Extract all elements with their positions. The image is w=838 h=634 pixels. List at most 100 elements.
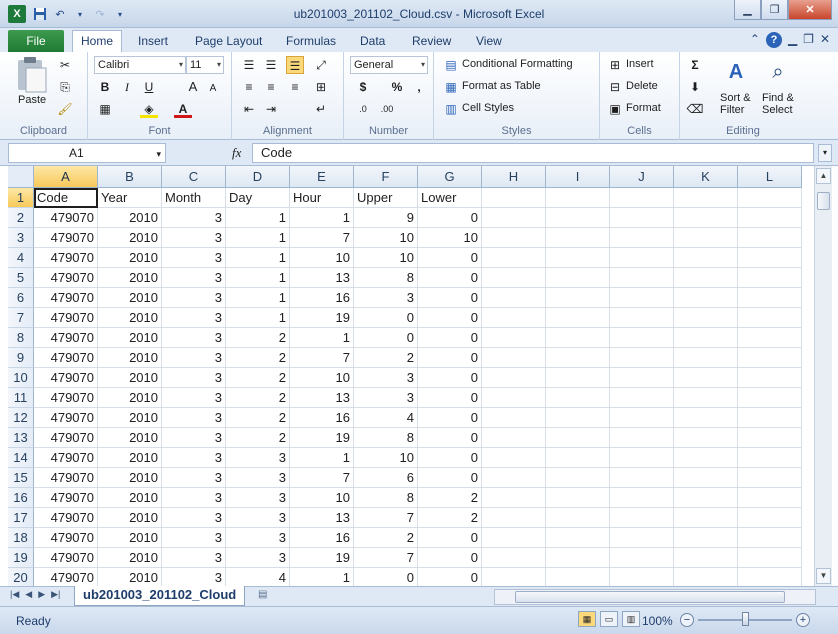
column-header-l[interactable]: L: [738, 166, 802, 188]
column-header-h[interactable]: H: [482, 166, 546, 188]
table-cell[interactable]: 0: [354, 328, 418, 348]
table-cell[interactable]: 479070: [34, 328, 98, 348]
table-cell[interactable]: [674, 228, 738, 248]
row-header[interactable]: 8: [8, 328, 34, 348]
table-cell[interactable]: 2010: [98, 508, 162, 528]
table-cell[interactable]: [610, 548, 674, 568]
fill-color-icon[interactable]: ◈: [140, 100, 158, 118]
row-header[interactable]: 2: [8, 208, 34, 228]
table-cell[interactable]: [482, 228, 546, 248]
column-header-a[interactable]: A: [34, 166, 98, 188]
table-cell[interactable]: 479070: [34, 548, 98, 568]
table-cell[interactable]: [482, 468, 546, 488]
format-as-table-button[interactable]: Format as Table: [462, 80, 541, 92]
table-cell[interactable]: 479070: [34, 388, 98, 408]
table-cell[interactable]: [738, 308, 802, 328]
table-cell[interactable]: 2010: [98, 368, 162, 388]
table-cell[interactable]: [674, 188, 738, 208]
table-cell[interactable]: 16: [290, 288, 354, 308]
table-cell[interactable]: 479070: [34, 248, 98, 268]
tab-review[interactable]: Review: [404, 32, 459, 52]
row-header[interactable]: 1: [8, 188, 34, 208]
align-left-icon[interactable]: ≡: [240, 78, 258, 96]
workbook-minimize-icon[interactable]: ▁: [788, 32, 797, 48]
table-cell[interactable]: [674, 408, 738, 428]
table-cell[interactable]: [738, 548, 802, 568]
table-cell[interactable]: [482, 548, 546, 568]
table-cell[interactable]: 3: [162, 468, 226, 488]
table-cell[interactable]: 1: [226, 268, 290, 288]
align-right-icon[interactable]: ≡: [286, 78, 304, 96]
table-cell[interactable]: [738, 488, 802, 508]
table-cell[interactable]: [738, 468, 802, 488]
restore-icon[interactable]: ❐: [761, 0, 788, 20]
table-cell[interactable]: [674, 348, 738, 368]
table-cell[interactable]: [738, 528, 802, 548]
row-header[interactable]: 11: [8, 388, 34, 408]
table-cell[interactable]: [546, 348, 610, 368]
align-middle-icon[interactable]: ☰: [262, 56, 280, 74]
table-cell[interactable]: 3: [162, 428, 226, 448]
table-cell[interactable]: [610, 188, 674, 208]
table-cell[interactable]: [674, 288, 738, 308]
table-cell[interactable]: [738, 288, 802, 308]
table-cell[interactable]: 479070: [34, 288, 98, 308]
table-cell[interactable]: 7: [290, 228, 354, 248]
table-cell[interactable]: [610, 368, 674, 388]
table-cell[interactable]: [546, 228, 610, 248]
table-cell[interactable]: 2010: [98, 328, 162, 348]
table-cell[interactable]: 3: [162, 368, 226, 388]
table-cell[interactable]: 10: [354, 448, 418, 468]
table-cell[interactable]: 0: [418, 528, 482, 548]
table-cell[interactable]: [482, 428, 546, 448]
font-name-select[interactable]: Calibri ▾: [94, 56, 186, 74]
orientation-icon[interactable]: ⤢: [312, 56, 330, 74]
scroll-up-icon[interactable]: ▲: [816, 168, 831, 184]
table-cell[interactable]: [674, 328, 738, 348]
formula-input[interactable]: Code: [252, 143, 814, 163]
table-cell[interactable]: [482, 408, 546, 428]
table-cell[interactable]: 0: [354, 308, 418, 328]
select-all-corner[interactable]: [8, 166, 34, 188]
scroll-down-icon[interactable]: ▼: [816, 568, 831, 584]
table-cell[interactable]: 2010: [98, 428, 162, 448]
table-cell[interactable]: [482, 268, 546, 288]
table-cell[interactable]: [482, 348, 546, 368]
table-cell[interactable]: 2010: [98, 388, 162, 408]
row-header[interactable]: 20: [8, 568, 34, 586]
tab-formulas[interactable]: Formulas: [278, 32, 344, 52]
decrease-font-icon[interactable]: A: [204, 80, 222, 98]
insert-cells-button[interactable]: Insert: [626, 58, 654, 70]
row-header[interactable]: 18: [8, 528, 34, 548]
table-cell[interactable]: 2010: [98, 308, 162, 328]
autosum-icon[interactable]: Σ: [686, 56, 704, 74]
table-cell[interactable]: 0: [418, 408, 482, 428]
table-cell[interactable]: [674, 528, 738, 548]
decrease-indent-icon[interactable]: ⇤: [240, 100, 258, 118]
table-cell[interactable]: [610, 228, 674, 248]
table-cell[interactable]: [482, 308, 546, 328]
table-cell[interactable]: 4: [354, 408, 418, 428]
active-cell[interactable]: Code: [34, 188, 98, 208]
table-cell[interactable]: 0: [418, 428, 482, 448]
table-cell[interactable]: 0: [418, 468, 482, 488]
zoom-in-icon[interactable]: +: [796, 613, 810, 627]
table-cell[interactable]: [610, 328, 674, 348]
table-cell[interactable]: [546, 428, 610, 448]
table-cell[interactable]: 2: [226, 368, 290, 388]
format-cells-icon[interactable]: ▣: [606, 100, 624, 118]
table-cell[interactable]: 1: [226, 308, 290, 328]
table-cell[interactable]: [610, 308, 674, 328]
table-cell[interactable]: [674, 448, 738, 468]
align-top-icon[interactable]: ☰: [240, 56, 258, 74]
column-header-k[interactable]: K: [674, 166, 738, 188]
table-cell[interactable]: 3: [162, 568, 226, 586]
prev-sheet-icon[interactable]: ◀: [25, 589, 32, 600]
table-cell[interactable]: [546, 248, 610, 268]
row-header[interactable]: 7: [8, 308, 34, 328]
table-cell[interactable]: 1: [226, 228, 290, 248]
table-cell[interactable]: [482, 508, 546, 528]
name-box[interactable]: A1 ▾: [8, 143, 166, 163]
table-cell[interactable]: [546, 488, 610, 508]
table-cell[interactable]: 0: [418, 268, 482, 288]
